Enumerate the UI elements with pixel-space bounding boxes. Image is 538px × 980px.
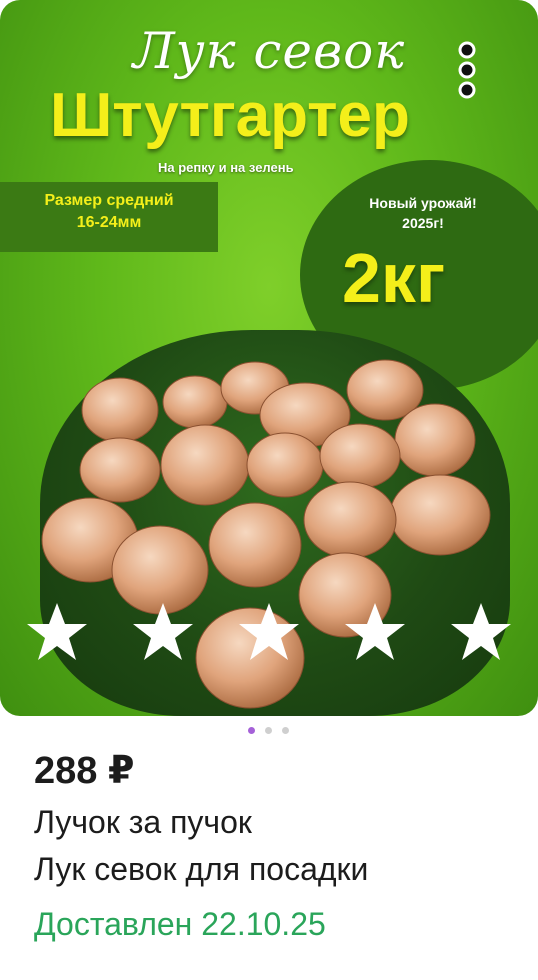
star-icon [239, 603, 299, 660]
star-icon [345, 603, 405, 660]
carousel-dot[interactable] [265, 727, 272, 734]
rating-stars [0, 600, 538, 670]
star-icon [27, 603, 87, 660]
carousel-dot-active[interactable] [248, 727, 255, 734]
delivery-status: Доставлен 22.10.25 [34, 906, 326, 942]
carousel-dot[interactable] [282, 727, 289, 734]
more-vertical-icon[interactable] [452, 38, 482, 102]
product-name-line2[interactable]: Лук севок для посадки [34, 851, 368, 888]
star-icon [133, 603, 193, 660]
product-image[interactable]: Лук севок Штутгартер На репку и на зелен… [0, 0, 538, 716]
star-icon [451, 603, 511, 660]
carousel-indicator [0, 724, 538, 736]
product-name-line1[interactable]: Лучок за пучок [34, 804, 252, 841]
product-price: 288 ₽ [34, 750, 135, 792]
